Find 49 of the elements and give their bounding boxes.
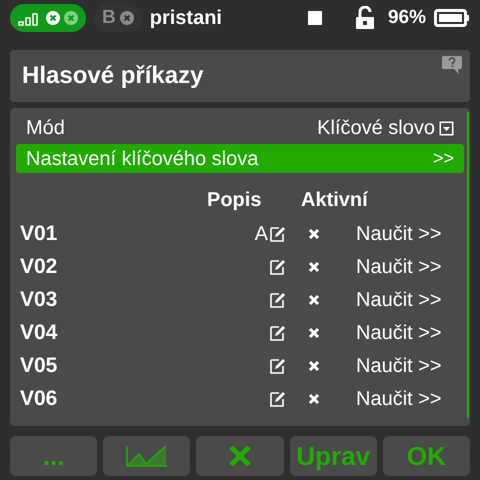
cancel-button[interactable] — [196, 436, 284, 476]
chart-button[interactable] — [103, 436, 190, 476]
row-label: V03 — [20, 286, 58, 313]
padlock-icon — [354, 6, 376, 30]
help-icon[interactable] — [442, 56, 462, 74]
close-circle-icon — [46, 11, 60, 25]
model-name: pristani — [150, 6, 223, 31]
learn-link[interactable]: Naučit >> — [356, 384, 452, 414]
edit-icon[interactable] — [270, 226, 286, 242]
mode-dropdown[interactable]: Klíčové slovo — [317, 113, 454, 143]
cross-icon[interactable] — [308, 294, 320, 306]
close-circle-icon — [120, 11, 134, 25]
arrow-label: >> — [432, 147, 454, 170]
dropdown-arrow-icon — [439, 120, 454, 136]
column-header: Aktivní — [301, 188, 368, 213]
column-header: Popis — [207, 188, 262, 213]
stop-square-icon — [308, 11, 322, 25]
edit-icon[interactable] — [270, 358, 286, 374]
row-label: V05 — [20, 352, 58, 379]
module-status-pill[interactable]: B — [94, 4, 142, 32]
edit-icon[interactable] — [270, 258, 286, 274]
edit-icon[interactable] — [270, 390, 286, 406]
battery-percent: 96% — [388, 6, 426, 30]
page-title: Hlasové příkazy — [22, 61, 204, 91]
cross-icon[interactable] — [308, 360, 320, 372]
close-icon — [228, 445, 252, 467]
row-label: V04 — [20, 320, 58, 346]
mode-label: Mód — [26, 116, 66, 141]
close-circle-icon — [64, 11, 78, 25]
row-label: V06 — [20, 386, 58, 412]
cross-icon[interactable] — [308, 260, 320, 272]
keyword-settings-label: Nastavení klíčového slova — [26, 146, 260, 172]
radio-status-pill[interactable] — [10, 4, 86, 32]
learn-link[interactable]: Naučit >> — [356, 218, 452, 248]
cross-icon[interactable] — [308, 228, 320, 240]
module-letter: B — [102, 6, 116, 30]
learn-link[interactable]: Naučit >> — [356, 318, 452, 348]
row-label: V01 — [20, 220, 58, 247]
cross-icon[interactable] — [308, 392, 320, 404]
edit-icon[interactable] — [270, 292, 286, 308]
learn-link[interactable]: Naučit >> — [356, 252, 452, 282]
edit-icon[interactable] — [270, 324, 286, 340]
learn-link[interactable]: Naučit >> — [356, 284, 452, 314]
cross-icon[interactable] — [308, 326, 320, 338]
row-label: V02 — [20, 254, 58, 280]
battery-icon — [434, 9, 470, 27]
learn-link[interactable]: Naučit >> — [356, 350, 452, 380]
line-chart-icon — [126, 445, 168, 467]
description-text: A — [254, 222, 268, 246]
